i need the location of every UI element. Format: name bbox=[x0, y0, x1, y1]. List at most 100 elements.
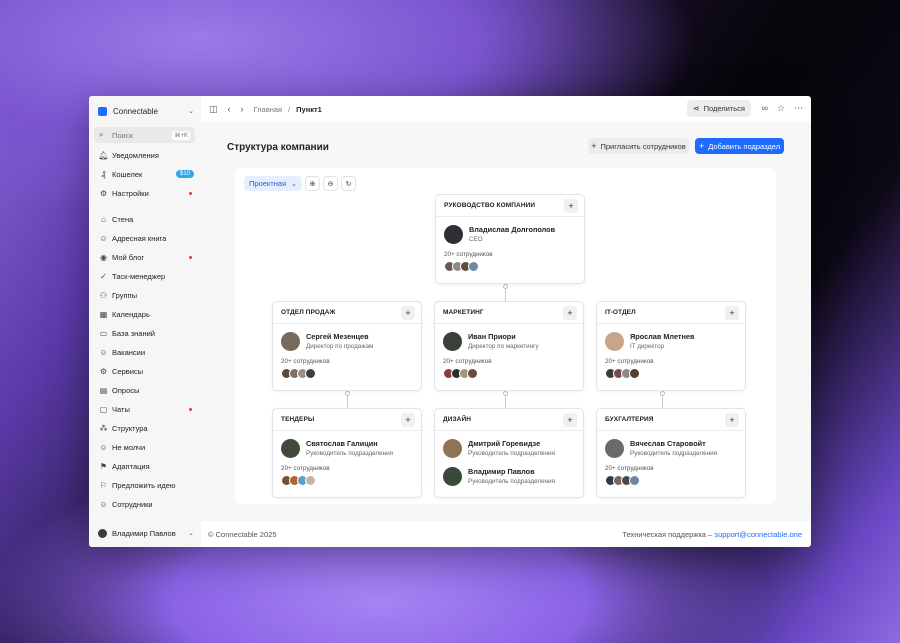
back-arrow-icon[interactable]: ‹ bbox=[228, 104, 231, 114]
avatar bbox=[444, 224, 463, 244]
search-placeholder: Поиск bbox=[112, 130, 133, 140]
sidebar-item-wallet[interactable]: ₰ Кошелек $10 bbox=[98, 167, 196, 181]
sidebar-item-label: Сотрудники bbox=[112, 499, 153, 509]
employee-count: 20+ сотрудников bbox=[281, 358, 330, 365]
add-subunit-button[interactable]: + bbox=[401, 305, 415, 320]
sidebar-item-label: Таск-менеджер bbox=[112, 271, 166, 281]
avatar bbox=[467, 368, 478, 379]
sidebar-item-label: Вакансии bbox=[112, 347, 146, 357]
sidebar-item-label: Сервисы bbox=[112, 366, 144, 376]
avatar bbox=[281, 438, 300, 458]
add-subunit-button[interactable]: + bbox=[725, 305, 739, 320]
view-mode-select[interactable]: Проектная ⌄ bbox=[244, 176, 302, 191]
share-button[interactable]: ⋖ Поделиться bbox=[686, 100, 751, 117]
org-card-leadership[interactable]: РУКОВОДСТВО КОМПАНИИ + Владислав Долгопо… bbox=[435, 194, 585, 284]
sidebar-item-settings[interactable]: ⚙ Настройки bbox=[98, 186, 196, 200]
sidebar-item-wall[interactable]: ⌂ Стена bbox=[98, 212, 196, 226]
sidebar-item-chats[interactable]: ▢ Чаты bbox=[98, 402, 196, 416]
services-icon: ⚙ bbox=[99, 366, 108, 376]
card-title: IT-ОТДЕЛ bbox=[605, 309, 636, 316]
card-title: ОТДЕЛ ПРОДАЖ bbox=[281, 309, 336, 316]
person-role: Руководитель подразделения bbox=[630, 450, 717, 457]
person-role: CEO bbox=[469, 236, 483, 243]
zoom-out-button[interactable]: ⊖ bbox=[323, 176, 338, 191]
view-mode-value: Проектная bbox=[249, 179, 287, 188]
more-icon[interactable]: ⋯ bbox=[794, 103, 803, 114]
org-card-accounting[interactable]: БУХГАЛТЕРИЯ + Вячеслав Старовойт Руковод… bbox=[596, 408, 746, 498]
sidebar-item-label: Уведомления bbox=[112, 150, 159, 160]
org-card-tenders[interactable]: ТЕНДЕРЫ + Святослав Галицин Руководитель… bbox=[272, 408, 422, 498]
footer-support: Техническая поддержка – support@connecta… bbox=[622, 530, 802, 539]
org-card-design[interactable]: ДИЗАЙН + Дмитрий Горевидзе Руководитель … bbox=[434, 408, 584, 498]
sidebar-item-address-book[interactable]: ☺ Адресная книга bbox=[98, 231, 196, 245]
contacts-icon: ☺ bbox=[99, 233, 108, 243]
sidebar-item-calendar[interactable]: ▦ Календарь bbox=[98, 307, 196, 321]
org-card-it[interactable]: IT-ОТДЕЛ + Ярослав Млетнев IT директор 2… bbox=[596, 301, 746, 391]
breadcrumb-current: Пункт1 bbox=[296, 104, 322, 114]
avatar bbox=[98, 528, 107, 538]
sidebar-item-label: Кошелек bbox=[112, 169, 143, 179]
search-input[interactable]: ⌕ Поиск ⌘+K bbox=[94, 127, 195, 143]
org-card-sales[interactable]: ОТДЕЛ ПРОДАЖ + Сергей Мезенцев Директор … bbox=[272, 301, 422, 391]
sidebar-item-blog[interactable]: ◉ Мой блог bbox=[98, 250, 196, 264]
sidebar-item-adaptation[interactable]: ⚑ Адаптация bbox=[98, 459, 196, 473]
add-subunit-button[interactable]: + bbox=[564, 198, 578, 213]
sidebar-item-tasks[interactable]: ✓ Таск-менеджер bbox=[98, 269, 196, 283]
sidebar-item-structure[interactable]: ⁂ Структура bbox=[98, 421, 196, 435]
person-name: Святослав Галицин bbox=[306, 439, 378, 448]
avatar bbox=[281, 331, 300, 351]
avatar bbox=[605, 331, 624, 351]
sidebar-item-label: Адресная книга bbox=[112, 233, 167, 243]
sidebar-item-services[interactable]: ⚙ Сервисы bbox=[98, 364, 196, 378]
notification-dot bbox=[189, 407, 192, 411]
connector-node bbox=[503, 391, 508, 396]
link-icon[interactable]: ∞ bbox=[762, 103, 768, 113]
current-user-menu[interactable]: Владимир Павлов ⌄ bbox=[98, 526, 194, 540]
calendar-icon: ▦ bbox=[99, 309, 108, 319]
add-subunit-button[interactable]: + bbox=[401, 412, 415, 427]
chevron-down-icon: ⌄ bbox=[188, 108, 194, 115]
person-role: Руководитель подразделения bbox=[306, 450, 393, 457]
structure-icon: ⁂ bbox=[99, 423, 108, 433]
add-subdivision-button[interactable]: + Добавить подраздел bbox=[695, 138, 784, 154]
sidebar-item-label: Структура bbox=[112, 423, 148, 433]
wallet-balance-badge: $10 bbox=[175, 170, 194, 178]
sidebar-item-label: Группы bbox=[112, 290, 137, 300]
sidebar-toggle-icon[interactable]: ◫ bbox=[209, 104, 218, 115]
avatar bbox=[443, 331, 462, 351]
zoom-out-icon: ⊖ bbox=[327, 180, 334, 188]
reset-view-button[interactable]: ↻ bbox=[341, 176, 356, 191]
employee-count: 20+ сотрудников bbox=[281, 465, 330, 472]
sidebar-item-idea[interactable]: ⚐ Предложить идею bbox=[98, 478, 196, 492]
add-subunit-button[interactable]: + bbox=[563, 412, 577, 427]
groups-icon: ⚇ bbox=[99, 290, 108, 300]
breadcrumb-home[interactable]: Главная bbox=[254, 105, 283, 114]
avatar bbox=[629, 475, 640, 486]
share-icon: ⋖ bbox=[692, 104, 700, 113]
sidebar-item-knowledge[interactable]: ▭ База знаний bbox=[98, 326, 196, 340]
sidebar-item-polls[interactable]: ▤ Опросы bbox=[98, 383, 196, 397]
add-subunit-button[interactable]: + bbox=[563, 305, 577, 320]
sidebar-item-employees[interactable]: ☺ Сотрудники bbox=[98, 497, 196, 511]
poll-icon: ▤ bbox=[99, 385, 108, 395]
plus-icon: + bbox=[698, 141, 705, 151]
sidebar-item-vacancies[interactable]: ☺ Вакансии bbox=[98, 345, 196, 359]
invite-employees-button[interactable]: + Пригласить сотрудников bbox=[588, 138, 689, 154]
sidebar-item-speak-up[interactable]: ☺ Не молчи bbox=[98, 440, 196, 454]
org-card-marketing[interactable]: МАРКЕТИНГ + Иван Приори Директор по марк… bbox=[434, 301, 584, 391]
forward-arrow-icon[interactable]: › bbox=[241, 104, 244, 114]
sidebar-item-notifications[interactable]: 🔔︎ Уведомления bbox=[98, 148, 196, 162]
avatar bbox=[443, 438, 462, 458]
employee-avatars bbox=[436, 261, 584, 272]
current-user-name: Владимир Павлов bbox=[112, 528, 176, 538]
workspace-switcher[interactable]: Connectable ⌄ bbox=[98, 104, 194, 118]
star-icon[interactable]: ☆ bbox=[777, 103, 785, 114]
person-role: Руководитель подразделения bbox=[468, 478, 555, 485]
zoom-in-button[interactable]: ⊕ bbox=[305, 176, 320, 191]
sidebar-item-groups[interactable]: ⚇ Группы bbox=[98, 288, 196, 302]
add-subunit-button[interactable]: + bbox=[725, 412, 739, 427]
sidebar-item-label: Адаптация bbox=[112, 461, 150, 471]
folder-icon: ▭ bbox=[99, 328, 108, 338]
wallet-icon: ₰ bbox=[101, 169, 106, 179]
support-email-link[interactable]: support@connectable.one bbox=[714, 530, 802, 539]
